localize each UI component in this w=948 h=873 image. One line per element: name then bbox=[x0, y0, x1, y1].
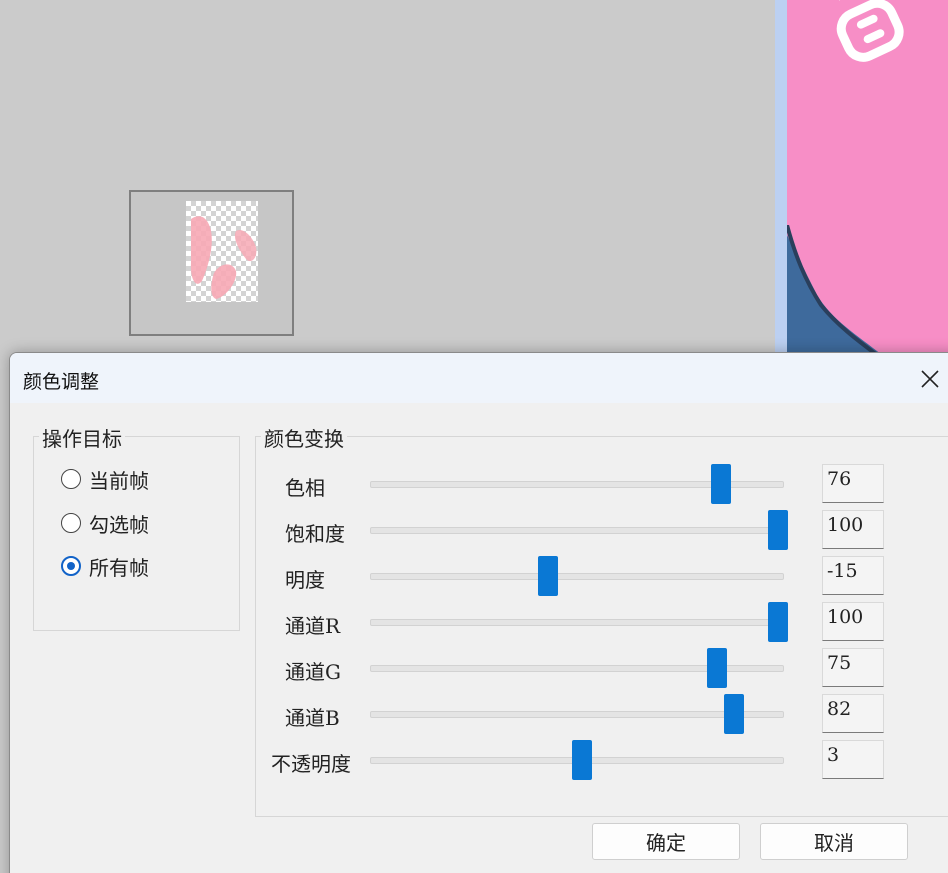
slider-label: 通道B bbox=[285, 706, 340, 730]
slider-track[interactable] bbox=[370, 573, 784, 580]
slider-track[interactable] bbox=[370, 711, 784, 718]
slider-track[interactable] bbox=[370, 527, 784, 534]
slider-track[interactable] bbox=[370, 619, 784, 626]
slider-thumb[interactable] bbox=[723, 694, 744, 734]
slider-thumb[interactable] bbox=[711, 464, 732, 504]
slider-label: 饱和度 bbox=[285, 522, 345, 546]
slider-channel-g: 通道G 75 bbox=[10, 648, 884, 688]
target-group-title: 操作目标 bbox=[39, 423, 125, 452]
logo-graphic bbox=[836, 0, 904, 62]
slider-channel-b: 通道B 82 bbox=[10, 694, 884, 734]
ok-button[interactable]: 确定 bbox=[592, 823, 740, 860]
value-field[interactable]: 100 bbox=[822, 602, 884, 641]
slider-label: 通道G bbox=[285, 660, 341, 684]
value-field[interactable]: 3 bbox=[822, 740, 884, 779]
frame-image bbox=[186, 201, 258, 302]
close-icon bbox=[921, 370, 939, 388]
dialog-titlebar[interactable]: 颜色调整 bbox=[10, 353, 948, 403]
slider-thumb[interactable] bbox=[537, 556, 558, 596]
slider-thumb[interactable] bbox=[768, 510, 788, 550]
value-field[interactable]: 76 bbox=[822, 464, 884, 503]
slider-label: 不透明度 bbox=[271, 752, 351, 776]
close-button[interactable] bbox=[918, 367, 942, 391]
slider-hue: 色相 76 bbox=[10, 464, 884, 504]
slider-saturation: 饱和度 100 bbox=[10, 510, 884, 550]
frame-thumbnail[interactable] bbox=[129, 190, 294, 336]
value-field[interactable]: 82 bbox=[822, 694, 884, 733]
slider-label: 通道R bbox=[285, 614, 341, 638]
cancel-button[interactable]: 取消 bbox=[760, 823, 908, 860]
slider-opacity: 不透明度 3 bbox=[10, 740, 884, 780]
dialog-title: 颜色调整 bbox=[23, 371, 100, 393]
value-field[interactable]: -15 bbox=[822, 556, 884, 595]
slider-label: 明度 bbox=[285, 568, 325, 592]
slider-brightness: 明度 -15 bbox=[10, 556, 884, 596]
slider-channel-r: 通道R 100 bbox=[10, 602, 884, 642]
character-silhouette bbox=[787, 225, 882, 365]
color-adjust-dialog: 颜色调整 操作目标 当前帧 勾选帧 所有帧 颜色变换 色相 76 饱和度 100 bbox=[9, 352, 948, 873]
value-field[interactable]: 75 bbox=[822, 648, 884, 687]
slider-thumb[interactable] bbox=[707, 648, 728, 688]
transform-group-title: 颜色变换 bbox=[261, 423, 347, 452]
slider-thumb[interactable] bbox=[572, 740, 593, 780]
value-field[interactable]: 100 bbox=[822, 510, 884, 549]
slider-label: 色相 bbox=[285, 476, 325, 500]
slider-thumb[interactable] bbox=[768, 602, 788, 642]
